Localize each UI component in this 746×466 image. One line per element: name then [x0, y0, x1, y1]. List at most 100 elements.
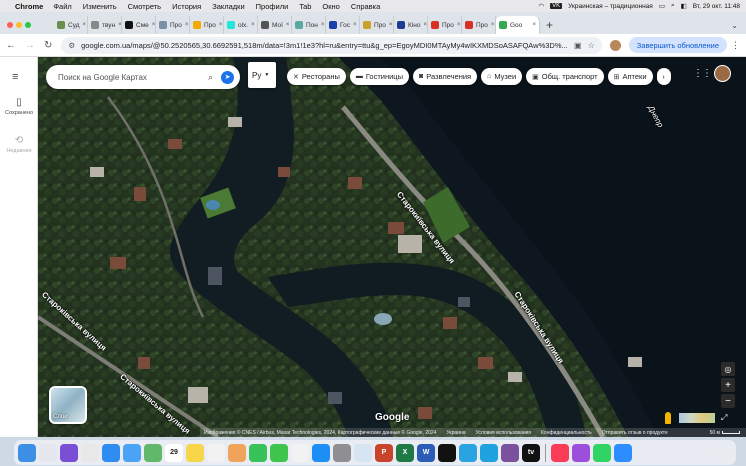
browser-tab[interactable]: твун ×	[88, 16, 122, 34]
close-tab-icon[interactable]: ×	[321, 22, 325, 28]
back-icon[interactable]: ←	[6, 40, 16, 51]
expand-icon[interactable]: ⤢	[721, 413, 727, 423]
my-location-icon[interactable]: ◎	[721, 362, 735, 376]
menu-tab[interactable]: Tab	[299, 2, 311, 11]
browser-tab[interactable]: Про ×	[360, 16, 394, 34]
profile-avatar[interactable]	[609, 39, 621, 51]
scale-bar[interactable]: 50 м	[710, 430, 740, 436]
notes-icon[interactable]	[186, 443, 204, 462]
close-tab-icon[interactable]: ×	[251, 22, 255, 28]
menu-view[interactable]: Смотреть	[128, 2, 161, 11]
search-input[interactable]: Поиск на Google Картах	[58, 73, 208, 82]
cast-icon[interactable]: ▣	[574, 41, 582, 50]
trash-icon[interactable]	[714, 443, 732, 462]
new-tab-button[interactable]: +	[546, 16, 553, 34]
podcasts-icon[interactable]	[572, 443, 590, 462]
skype-icon[interactable]	[480, 443, 498, 462]
tab-search-icon[interactable]: ⌄	[731, 16, 738, 34]
search-icon[interactable]: ⌕	[671, 2, 675, 10]
saved-button[interactable]: ▯ Сохранено	[0, 97, 38, 116]
close-tab-icon[interactable]: ×	[532, 22, 536, 28]
more-menu-icon[interactable]: ⋮	[731, 40, 740, 51]
close-window-icon[interactable]	[7, 22, 13, 28]
satellite-map[interactable]	[38, 57, 746, 437]
country-link[interactable]: Украина	[446, 430, 465, 436]
zoom-in-button[interactable]: +	[721, 378, 735, 392]
zoom-icon[interactable]	[614, 443, 632, 462]
browser-tab[interactable]: Пон ×	[292, 16, 326, 34]
chip-museums[interactable]: ⌂ Музеи	[481, 68, 523, 85]
close-tab-icon[interactable]: ×	[491, 22, 495, 28]
close-tab-icon[interactable]: ×	[457, 22, 461, 28]
browser-tab[interactable]: Про ×	[462, 16, 496, 34]
account-avatar[interactable]	[714, 65, 731, 82]
finder-icon[interactable]	[18, 443, 36, 462]
photos-icon[interactable]	[228, 443, 246, 462]
wifi-icon[interactable]: ◠	[538, 2, 544, 10]
powerpoint-icon[interactable]: P	[375, 443, 393, 462]
update-button[interactable]: Завершить обновление	[628, 37, 727, 53]
zoom-window-icon[interactable]	[25, 22, 31, 28]
menu-profiles[interactable]: Профили	[256, 2, 289, 11]
browser-tab[interactable]: Goo ×	[496, 16, 540, 34]
browser-tab[interactable]: Кіно ×	[394, 16, 428, 34]
browser-tab[interactable]: Сме ×	[122, 16, 156, 34]
zoom-out-button[interactable]: −	[721, 394, 735, 408]
browser-tab[interactable]: Гос ×	[326, 16, 360, 34]
url-text[interactable]: google.com.ua/maps/@50.2520565,30.669259…	[81, 41, 568, 50]
feedback-link[interactable]: Отправить отзыв о продукте	[602, 430, 668, 436]
menu-edit[interactable]: Изменить	[83, 2, 117, 11]
minimize-window-icon[interactable]	[16, 22, 22, 28]
close-tab-icon[interactable]: ×	[185, 22, 189, 28]
keyboard-badge[interactable]: VK	[550, 3, 563, 9]
messages-icon[interactable]	[270, 443, 288, 462]
capcut-icon[interactable]	[438, 443, 456, 462]
musicapp-icon[interactable]	[551, 443, 569, 462]
chip-entertainment[interactable]: ◙ Развлечения	[413, 68, 478, 85]
siri-icon[interactable]	[60, 443, 78, 462]
recent-button[interactable]: ⟲ Недавние	[0, 135, 38, 154]
maps-search-box[interactable]: Поиск на Google Картах ⌕ ➤	[46, 65, 240, 89]
safari-icon[interactable]	[102, 443, 120, 462]
address-bar[interactable]: ⚙ google.com.ua/maps/@50.2520565,30.6692…	[61, 36, 602, 54]
menu-help[interactable]: Справка	[351, 2, 380, 11]
site-info-icon[interactable]: ⚙	[68, 41, 75, 50]
telegram-icon[interactable]	[459, 443, 477, 462]
maps-icon[interactable]	[144, 443, 162, 462]
browser-tab[interactable]: Суд ×	[54, 16, 88, 34]
bookmark-star-icon[interactable]: ☆	[588, 41, 595, 50]
close-tab-icon[interactable]: ×	[219, 22, 223, 28]
terms-link[interactable]: Условия использования	[476, 430, 532, 436]
clock[interactable]: Вт, 29 окт. 11:48	[693, 3, 740, 10]
close-tab-icon[interactable]: ×	[286, 22, 290, 28]
facetime-icon[interactable]	[249, 443, 267, 462]
settings-icon[interactable]	[333, 443, 351, 462]
control-center-icon[interactable]: ◧	[681, 2, 687, 10]
forward-icon[interactable]: →	[25, 40, 35, 51]
excel-icon[interactable]: X	[396, 443, 414, 462]
chrome-icon[interactable]	[81, 443, 99, 462]
reminders-icon[interactable]	[207, 443, 225, 462]
map-type-thumbnail[interactable]	[679, 413, 715, 423]
menu-window[interactable]: Окно	[322, 2, 339, 11]
close-tab-icon[interactable]: ×	[353, 22, 357, 28]
close-tab-icon[interactable]: ×	[389, 22, 393, 28]
battery-icon[interactable]: ▭	[659, 2, 665, 10]
close-tab-icon[interactable]: ×	[152, 22, 155, 28]
directions-icon[interactable]: ➤	[221, 70, 234, 84]
reload-icon[interactable]: ↻	[44, 40, 52, 51]
menu-history[interactable]: История	[172, 2, 201, 11]
chip-pharmacies[interactable]: ⊞ Аптеки	[607, 68, 653, 85]
close-tab-icon[interactable]: ×	[423, 22, 427, 28]
language-select[interactable]: Ру ▼	[248, 62, 276, 88]
music-icon[interactable]	[291, 443, 309, 462]
appletv-icon[interactable]: tv	[522, 443, 540, 462]
calendar-icon[interactable]: 29	[165, 443, 183, 462]
hamburger-menu-icon[interactable]: ≡	[12, 71, 18, 83]
menu-file[interactable]: Файл	[53, 2, 71, 11]
browser-tab[interactable]: Про ×	[190, 16, 224, 34]
chips-more-button[interactable]: ›	[656, 68, 671, 85]
keyboard-layout[interactable]: Украинская – традиционная	[568, 3, 653, 10]
browser-tab[interactable]: Про ×	[156, 16, 190, 34]
chip-transit[interactable]: ▣ Общ. транспорт	[526, 68, 604, 85]
